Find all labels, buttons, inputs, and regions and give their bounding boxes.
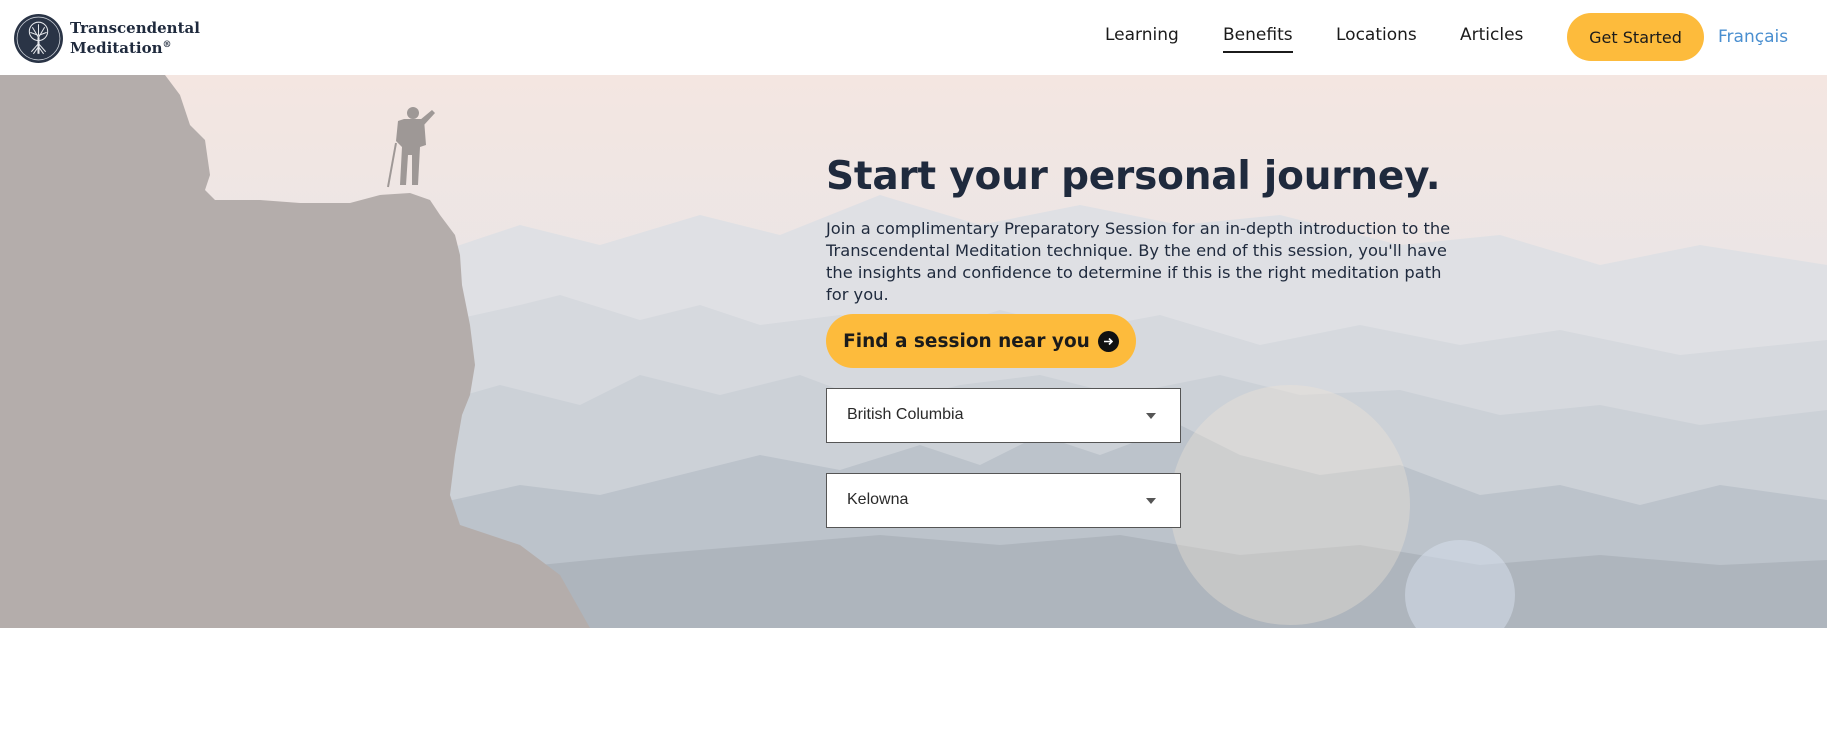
chevron-down-icon: [1146, 498, 1156, 504]
region-select[interactable]: British Columbia: [826, 388, 1181, 443]
hiker-silhouette: [387, 107, 435, 188]
hero-section: Start your personal journey. Join a comp…: [0, 75, 1827, 628]
get-started-button[interactable]: Get Started: [1567, 13, 1704, 61]
chevron-down-icon: [1146, 413, 1156, 419]
brand-name-line1: Transcendental: [70, 19, 200, 37]
brand-name: Transcendental Meditation®: [70, 20, 200, 57]
find-session-label: Find a session near you: [843, 330, 1090, 352]
city-select[interactable]: Kelowna: [826, 473, 1181, 528]
city-select-value: Kelowna: [847, 491, 909, 508]
nav-item-articles[interactable]: Articles: [1460, 25, 1523, 45]
arrow-right-circle-icon: [1097, 330, 1119, 352]
brand-name-line2-text: Meditation: [70, 39, 163, 57]
region-select-value: British Columbia: [847, 406, 964, 423]
nav-item-learning[interactable]: Learning: [1105, 25, 1179, 45]
registered-mark: ®: [162, 40, 172, 50]
hero-description: Join a complimentary Preparatory Session…: [826, 219, 1451, 304]
nav-item-locations[interactable]: Locations: [1336, 25, 1417, 45]
brand-name-line2: Meditation®: [70, 37, 200, 57]
logo[interactable]: Transcendental Meditation®: [13, 13, 200, 64]
nav-item-benefits[interactable]: Benefits: [1223, 25, 1293, 53]
language-toggle-link[interactable]: Français: [1718, 27, 1788, 47]
site-header: Transcendental Meditation® Learning Bene…: [0, 0, 1827, 75]
hero-title: Start your personal journey.: [826, 154, 1441, 199]
find-session-button[interactable]: Find a session near you: [826, 314, 1136, 368]
tree-logo-icon: [14, 14, 63, 63]
